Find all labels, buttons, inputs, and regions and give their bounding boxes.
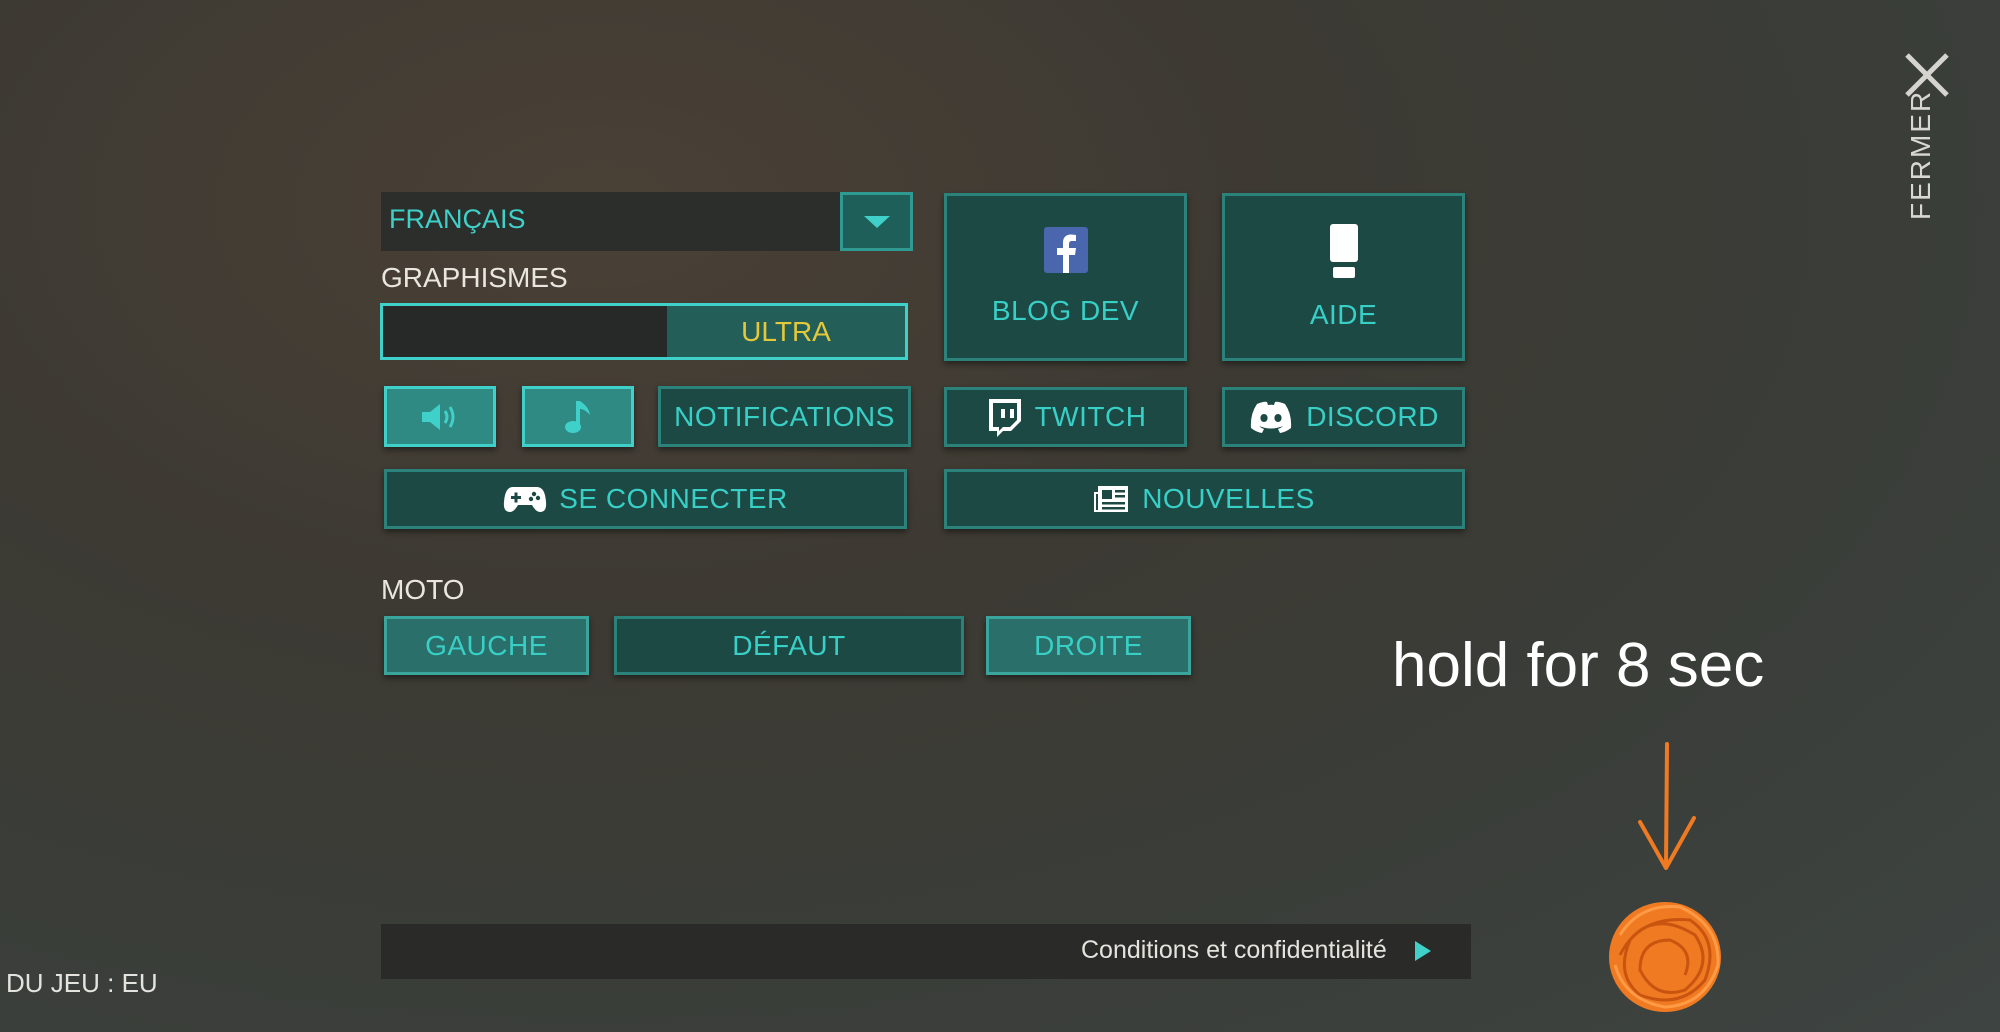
graphics-slider-value[interactable]: ULTRA [667,306,905,357]
newspaper-icon [1094,484,1130,514]
caret-down-icon [863,215,890,228]
moto-right-button[interactable]: DROITE [986,616,1191,675]
help-button[interactable]: AIDE [1222,193,1465,361]
news-button[interactable]: NOUVELLES [944,469,1465,529]
discord-button[interactable]: DISCORD [1222,387,1465,447]
sound-toggle-button[interactable] [384,386,496,447]
moto-left-label: GAUCHE [425,629,548,661]
language-selected-value: FRANÇAIS [389,204,526,234]
discord-icon [1248,400,1294,434]
notifications-button[interactable]: NOTIFICATIONS [658,386,911,447]
annotation-arrow [1638,742,1696,870]
graphics-value-label: ULTRA [741,315,831,347]
notifications-label: NOTIFICATIONS [674,400,895,432]
server-region-text: DU JEU : EU [6,968,158,998]
facebook-icon [1043,227,1088,273]
moto-label: MOTO [381,574,465,605]
moto-default-button[interactable]: DÉFAUT [614,616,964,675]
graphics-label: GRAPHISMES [381,262,568,293]
blog-dev-button[interactable]: BLOG DEV [944,193,1187,361]
help-label: AIDE [1309,299,1378,330]
moto-right-label: DROITE [1034,629,1143,661]
twitch-icon [985,397,1023,437]
annotation-text: hold for 8 sec [1392,631,1765,700]
language-dropdown-button[interactable] [840,192,913,251]
sign-in-button[interactable]: SE CONNECTER [384,469,907,529]
blog-dev-label: BLOG DEV [991,295,1140,326]
moto-default-label: DÉFAUT [732,629,846,661]
twitch-label: TWITCH [1034,401,1147,432]
sign-in-label: SE CONNECTER [559,483,788,514]
terms-label: Conditions et confidentialité [1081,936,1387,964]
discord-label: DISCORD [1306,401,1439,432]
moto-left-button[interactable]: GAUCHE [384,616,589,675]
speaker-icon [422,403,455,430]
music-toggle-button[interactable] [522,386,634,447]
play-arrow-icon [1415,941,1431,961]
hidden-hold-spot[interactable] [1600,895,1730,1020]
help-tube-icon [1329,224,1358,278]
news-label: NOUVELLES [1142,483,1315,514]
music-note-icon [565,400,590,433]
terms-bar[interactable]: Conditions et confidentialité [381,924,1471,979]
gamepad-icon [503,484,547,514]
close-label[interactable]: FERMER [1905,90,1945,220]
twitch-button[interactable]: TWITCH [944,387,1187,447]
